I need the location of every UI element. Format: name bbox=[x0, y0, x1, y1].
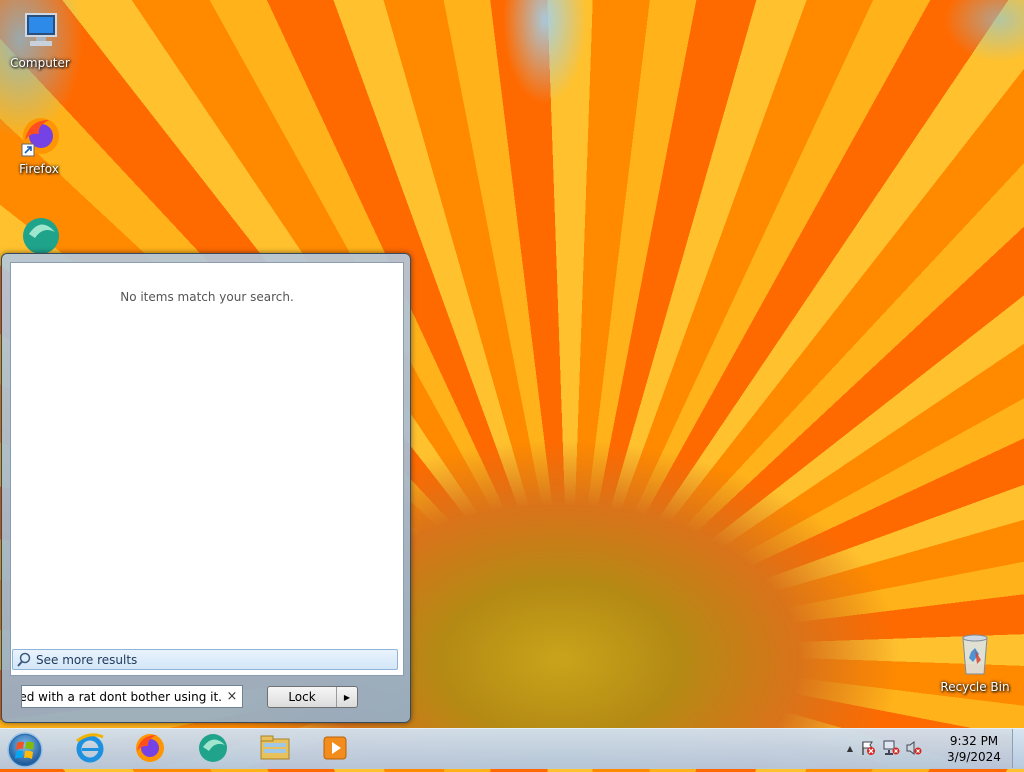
firefox-icon bbox=[15, 114, 63, 160]
lock-options-arrow-icon[interactable]: ▶ bbox=[336, 687, 357, 707]
clear-search-icon[interactable]: × bbox=[222, 689, 242, 704]
search-input-value[interactable]: infected with a rat dont bother using it… bbox=[22, 690, 222, 704]
show-desktop-button[interactable] bbox=[1012, 729, 1024, 768]
desktop-icon-recycle-bin[interactable]: Recycle Bin bbox=[935, 630, 1015, 694]
taskbar-file-explorer[interactable] bbox=[250, 730, 300, 766]
internet-explorer-icon bbox=[76, 733, 104, 763]
desktop-icon-label: Firefox bbox=[19, 162, 59, 176]
search-results-pane: No items match your search. bbox=[10, 262, 404, 676]
search-icon bbox=[16, 652, 32, 668]
recycle-bin-icon bbox=[951, 630, 999, 678]
show-hidden-icons-arrow[interactable]: ▲ bbox=[843, 744, 857, 753]
taskbar-media-player[interactable] bbox=[310, 730, 360, 766]
firefox-icon bbox=[136, 734, 164, 762]
computer-icon bbox=[16, 8, 64, 54]
desktop-icon-computer[interactable]: Computer bbox=[0, 8, 80, 70]
desktop-icon-label: Recycle Bin bbox=[940, 680, 1010, 694]
action-center-flag-icon[interactable] bbox=[857, 740, 879, 756]
see-more-results-link[interactable]: See more results bbox=[12, 649, 398, 670]
lock-button-group: Lock ▶ bbox=[267, 686, 358, 708]
desktop-icon-firefox[interactable]: Firefox bbox=[0, 114, 79, 176]
notification-area: ▲ bbox=[843, 728, 925, 768]
app-icon bbox=[199, 734, 227, 762]
clock-date: 3/9/2024 bbox=[947, 750, 1001, 764]
taskbar-app[interactable] bbox=[188, 730, 238, 766]
volume-muted-icon[interactable] bbox=[903, 740, 925, 756]
taskbar-internet-explorer[interactable] bbox=[65, 730, 115, 766]
no-results-message: No items match your search. bbox=[120, 290, 294, 304]
windows-logo-icon bbox=[7, 732, 43, 768]
start-search-input[interactable]: infected with a rat dont bother using it… bbox=[21, 685, 243, 708]
start-button[interactable] bbox=[5, 731, 45, 769]
media-player-icon bbox=[323, 736, 347, 760]
clock-time: 9:32 PM bbox=[949, 734, 999, 748]
taskbar-clock[interactable]: 9:32 PM 3/9/2024 bbox=[942, 733, 1006, 765]
lock-button[interactable]: Lock bbox=[268, 687, 336, 707]
see-more-results-label: See more results bbox=[36, 652, 138, 667]
network-icon[interactable] bbox=[879, 740, 903, 756]
file-explorer-icon bbox=[260, 735, 290, 760]
desktop-icon-label: Computer bbox=[10, 56, 70, 70]
taskbar-firefox[interactable] bbox=[125, 730, 175, 766]
app-icon bbox=[15, 212, 63, 258]
